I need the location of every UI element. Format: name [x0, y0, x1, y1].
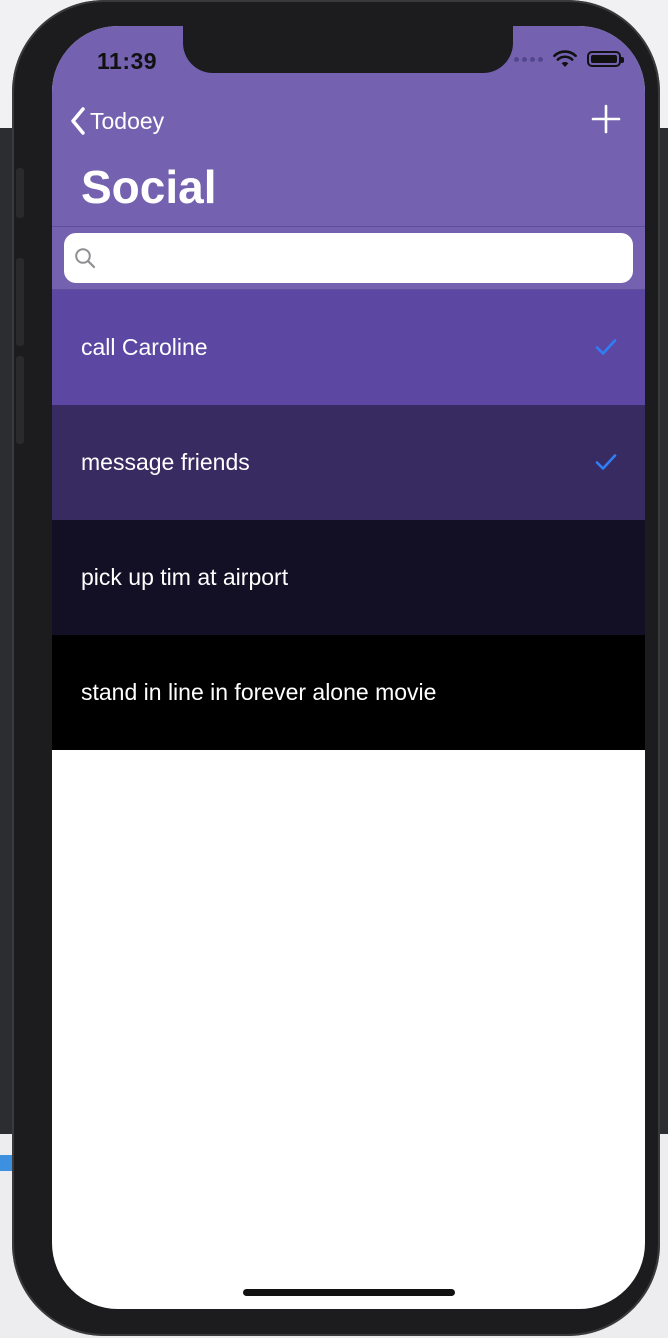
- back-button-label: Todoey: [90, 107, 165, 134]
- status-time: 11:39: [97, 48, 158, 74]
- cellular-signal-icon: [514, 56, 543, 62]
- chevron-left-icon: [71, 107, 85, 135]
- status-icons: [514, 50, 624, 68]
- phone-screen: 11:39 Todoey Social call Caroline messag…: [52, 26, 645, 1309]
- volume-up-button: [16, 258, 24, 346]
- search-icon: [75, 248, 96, 269]
- phone-frame: 11:39 Todoey Social call Caroline messag…: [12, 0, 660, 1336]
- volume-down-button: [16, 356, 24, 444]
- todo-label: stand in line in forever alone movie: [81, 679, 437, 705]
- wifi-icon: [553, 50, 577, 67]
- home-indicator[interactable]: [243, 1289, 455, 1296]
- add-item-button[interactable]: [591, 104, 621, 134]
- checkmark-icon: [595, 339, 617, 355]
- checkmark-icon: [595, 454, 617, 470]
- todo-list: call Caroline message friends pick up ti…: [52, 290, 645, 750]
- back-button[interactable]: Todoey: [70, 106, 164, 136]
- search-input[interactable]: [64, 233, 633, 283]
- search-bar: [52, 226, 645, 290]
- notch: [183, 26, 513, 73]
- page-title: Social: [81, 161, 217, 213]
- todo-row-message-friends[interactable]: message friends: [52, 405, 645, 520]
- navigation-bar: 11:39 Todoey Social: [52, 26, 645, 226]
- battery-icon: [587, 51, 624, 67]
- todo-label: call Caroline: [81, 334, 208, 360]
- mute-switch: [16, 168, 24, 218]
- todo-row-stand-in-line[interactable]: stand in line in forever alone movie: [52, 635, 645, 750]
- todo-label: message friends: [81, 449, 250, 475]
- todo-row-pick-up-tim[interactable]: pick up tim at airport: [52, 520, 645, 635]
- todo-label: pick up tim at airport: [81, 564, 289, 590]
- todo-row-call-caroline[interactable]: call Caroline: [52, 290, 645, 405]
